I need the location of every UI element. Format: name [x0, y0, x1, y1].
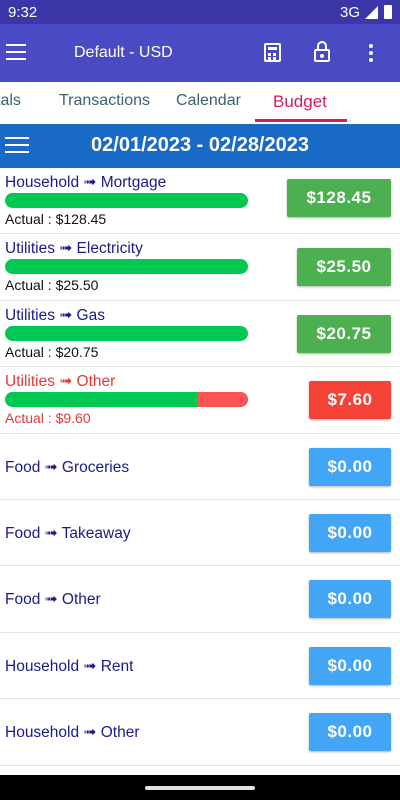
budget-category: Household ➟ Other: [5, 724, 140, 742]
budget-row[interactable]: Food ➟ Groceries $0.00: [0, 434, 400, 500]
budget-row[interactable]: Utilities ➟ Other Actual : $9.60 $7.60: [0, 367, 400, 434]
budget-row[interactable]: Household ➟ Mortgage Actual : $128.45 $1…: [0, 168, 400, 235]
budget-category: Household ➟ Rent: [5, 657, 134, 675]
budget-row[interactable]: Household ➟ Other $0.00: [0, 699, 400, 766]
budget-category: Utilities ➟ Other: [5, 373, 116, 391]
status-bar: 9:32 3G: [0, 0, 400, 24]
home-gesture-handle[interactable]: [145, 786, 255, 790]
budget-amount-button[interactable]: $128.45: [287, 179, 391, 217]
budget-category: Food ➟ Takeaway: [5, 524, 131, 542]
budget-actual: Actual : $25.50: [5, 277, 99, 294]
budget-category: Food ➟ Other: [5, 591, 101, 609]
app-bar: Default - USD: [0, 24, 400, 82]
budget-amount-button[interactable]: $20.75: [297, 314, 391, 353]
budget-list: Household ➟ Mortgage Actual : $128.45 $1…: [0, 168, 400, 766]
calculator-icon[interactable]: [264, 43, 281, 62]
budget-amount-button[interactable]: $0.00: [309, 713, 391, 752]
budget-row[interactable]: Food ➟ Other $0.00: [0, 566, 400, 633]
tab-transactions[interactable]: Transactions: [59, 92, 150, 110]
budget-category: Food ➟ Groceries: [5, 458, 130, 476]
more-options-icon[interactable]: [369, 44, 373, 62]
status-time: 9:32: [8, 4, 38, 21]
budget-row[interactable]: Utilities ➟ Gas Actual : $20.75 $20.75: [0, 301, 400, 368]
budget-actual: Actual : $9.60: [5, 410, 91, 427]
budget-category: Household ➟ Mortgage: [5, 174, 167, 191]
budget-amount-button[interactable]: $0.00: [309, 513, 391, 552]
signal-icon: [365, 6, 378, 19]
tab-calendar[interactable]: Calendar: [176, 92, 241, 110]
battery-icon: [384, 5, 392, 19]
app-title[interactable]: Default - USD: [74, 44, 173, 62]
tab-budget[interactable]: Budget: [273, 92, 327, 112]
period-bar: 02/01/2023 - 02/28/2023: [0, 124, 400, 168]
tab-indicator: [255, 119, 347, 122]
budget-category: Utilities ➟ Gas: [5, 306, 105, 324]
lock-icon[interactable]: [313, 41, 331, 63]
budget-row[interactable]: Household ➟ Rent $0.00: [0, 633, 400, 700]
tab-bar: tals Transactions Calendar Budget: [0, 82, 400, 122]
budget-progress-bar: [5, 325, 248, 341]
over-budget-fill: [196, 392, 248, 408]
budget-progress-bar: [5, 392, 248, 408]
budget-actual: Actual : $20.75: [5, 343, 99, 360]
period-range[interactable]: 02/01/2023 - 02/28/2023: [0, 134, 400, 157]
budget-amount-button[interactable]: $0.00: [309, 580, 391, 619]
budget-progress-bar: [5, 259, 248, 275]
budget-amount-button[interactable]: $0.00: [309, 447, 391, 486]
budget-amount-button[interactable]: $0.00: [309, 646, 391, 685]
budget-progress-bar: [5, 193, 248, 208]
budget-row[interactable]: Food ➟ Takeaway $0.00: [0, 500, 400, 567]
budget-row[interactable]: Utilities ➟ Electricity Actual : $25.50 …: [0, 234, 400, 301]
budget-actual: Actual : $128.45: [5, 211, 107, 227]
tab-totals[interactable]: tals: [0, 92, 21, 110]
network-type: 3G: [339, 4, 360, 21]
budget-category: Utilities ➟ Electricity: [5, 240, 143, 258]
budget-amount-button[interactable]: $25.50: [297, 248, 391, 287]
budget-amount-button[interactable]: $7.60: [309, 381, 391, 420]
menu-icon[interactable]: [6, 44, 26, 60]
system-nav-bar: [0, 775, 400, 800]
